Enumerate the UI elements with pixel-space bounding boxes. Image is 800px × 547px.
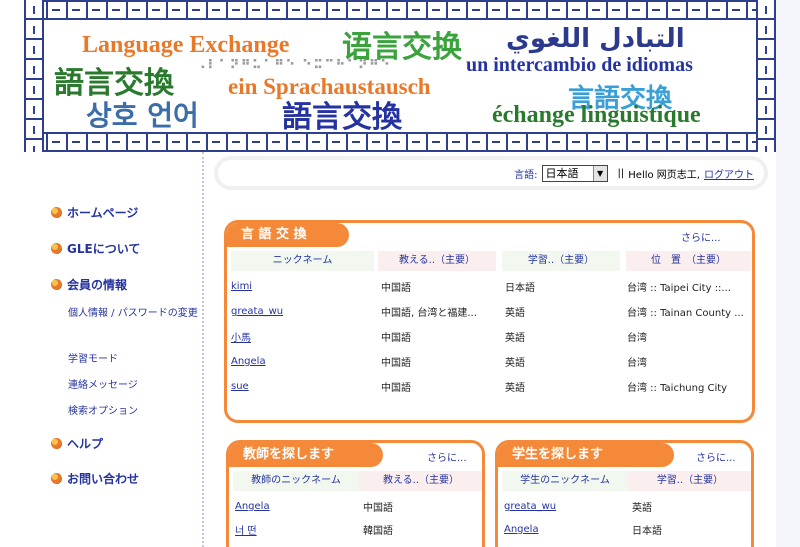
exchange-panel-title: 言 語 交 換 <box>227 223 349 247</box>
greek-key-border-top <box>24 0 776 20</box>
sidebar-item-label: 会員の情報 <box>67 278 128 292</box>
teachers-more-link[interactable]: さらに... <box>427 449 467 464</box>
table-row: 너 떤 韓国語 <box>235 517 473 542</box>
find-students-title: 学生を探します <box>498 443 674 467</box>
nickname-link[interactable]: sue <box>231 381 249 392</box>
learn-cell: 英語 <box>505 333 525 344</box>
find-teachers-title: 教師を探します <box>229 443 383 467</box>
sidebar-nav: ホームページ GLEについて 会員の情報 個人情報 / パスワードの変更 学習モ… <box>24 152 204 547</box>
flower-bullet-icon <box>50 472 63 485</box>
sidebar-item-search-options[interactable]: 検索オプション <box>68 402 200 422</box>
flower-bullet-icon <box>50 278 63 291</box>
right-margin <box>776 0 800 547</box>
teach-cell: 中国語 <box>363 503 393 514</box>
teachers-table-header: 教師のニックネーム 教える..（主要） <box>233 471 482 491</box>
sidebar-item-contact[interactable]: お問い合わせ <box>50 470 139 487</box>
greek-key-border-right <box>756 0 776 152</box>
col-header-learn: 学習..（主要） <box>502 251 620 271</box>
sidebar-item-about[interactable]: GLEについて <box>50 240 140 257</box>
nickname-link[interactable]: Angela <box>235 501 270 512</box>
banner-text-korean: 상호 언어 <box>86 99 199 132</box>
table-row: 小馬 中国語 英語 台湾 <box>231 324 747 349</box>
sidebar-item-label: ホームページ <box>67 206 139 220</box>
location-cell: 台湾 <box>627 333 647 344</box>
chevron-down-icon[interactable]: ▼ <box>592 165 607 181</box>
nickname-link[interactable]: 너 떤 <box>235 526 257 537</box>
col-header-location: 位 置 （主要） <box>626 251 751 271</box>
sidebar-item-member-info[interactable]: 会員の情報 <box>50 276 127 293</box>
learn-cell: 日本語 <box>505 283 535 294</box>
col-header-teach: 教える..（主要） <box>359 471 482 491</box>
flower-bullet-icon <box>50 437 63 450</box>
col-header-learn: 学習..（主要） <box>628 471 751 491</box>
location-cell: 台湾 :: Taichung City <box>627 383 728 394</box>
banner-text-braille: ⠠⠇⠁⠝⠛⠥⠁⠛⠑ ⠑⠭⠉⠓⠁⠝⠛⠑ <box>196 58 392 73</box>
banner-text-spanish: un intercambio de idiomas <box>466 54 693 76</box>
greek-key-border-left <box>24 0 44 152</box>
sidebar-item-home[interactable]: ホームページ <box>50 204 138 221</box>
nickname-link[interactable]: greata_wu <box>504 501 556 512</box>
banner-text-english: Language Exchange <box>82 32 290 58</box>
table-row: Angela 日本語 <box>504 517 742 542</box>
language-label: 言語: <box>514 169 538 181</box>
teach-cell: 韓国語 <box>363 526 393 537</box>
exchange-panel: 言 語 交 換 さらに... ニックネーム 教える..（主要） 学習..（主要）… <box>224 220 755 423</box>
col-header-teacher-nickname: 教師のニックネーム <box>233 471 359 491</box>
teach-cell: 中国語 <box>381 383 411 394</box>
location-cell: 台湾 <box>627 358 647 369</box>
learn-cell: 英語 <box>505 358 525 369</box>
nickname-link[interactable]: Angela <box>231 356 266 367</box>
students-more-link[interactable]: さらに... <box>696 449 736 464</box>
flower-bullet-icon <box>50 242 63 255</box>
learn-cell: 英語 <box>632 503 652 514</box>
table-row: sue 中国語 英語 台湾 :: Taichung City <box>231 374 747 399</box>
table-row: kimi 中国語 日本語 台湾 :: Taipei City ::... <box>231 274 747 299</box>
table-row: greata_wu 英語 <box>504 494 742 519</box>
header-banner: Language Exchange 语言交换 التبادل اللغوي 語言… <box>24 0 776 152</box>
user-toolbar-inner: 言語: 日本語 ▼ || Hello 网页志工, ログアウト <box>218 160 764 186</box>
sidebar-item-help[interactable]: ヘルプ <box>50 435 103 452</box>
find-teachers-panel: 教師を探します さらに... 教師のニックネーム 教える..（主要） Angel… <box>226 440 485 547</box>
sidebar-item-label: GLEについて <box>67 242 141 256</box>
banner-text-french: échange linguistique <box>492 102 701 128</box>
banner-text-arabic: التبادل اللغوي <box>506 24 685 54</box>
toolbar-separator: || <box>617 167 625 179</box>
table-row: Angela 中国語 <box>235 494 473 519</box>
nickname-link[interactable]: Angela <box>504 524 539 535</box>
exchange-more-link[interactable]: さらに... <box>681 229 721 244</box>
learn-cell: 日本語 <box>632 526 662 537</box>
sidebar-item-messages[interactable]: 連絡メッセージ <box>68 376 200 396</box>
language-select-value: 日本語 <box>545 167 579 180</box>
col-header-teach: 教える..（主要） <box>378 251 496 271</box>
sidebar-item-profile-password[interactable]: 個人情報 / パスワードの変更 <box>68 304 200 324</box>
col-header-student-nickname: 学生のニックネーム <box>502 471 628 491</box>
banner-text-seal-script: 語言交換 <box>282 100 402 135</box>
teach-cell: 中国語 <box>381 333 411 344</box>
teach-cell: 中国語 <box>381 358 411 369</box>
language-select[interactable]: 日本語 ▼ <box>541 164 608 182</box>
table-row: Angela 中国語 英語 台湾 <box>231 349 747 374</box>
user-toolbar: 言語: 日本語 ▼ || Hello 网页志工, ログアウト <box>214 156 768 190</box>
learn-cell: 英語 <box>505 383 525 394</box>
nickname-link[interactable]: 小馬 <box>231 333 251 344</box>
nickname-link[interactable]: kimi <box>231 281 252 292</box>
sidebar-item-learning-mode[interactable]: 学習モード <box>68 350 200 370</box>
sidebar-item-label: ヘルプ <box>67 437 104 451</box>
greeting-text: Hello 网页志工, <box>628 169 700 181</box>
learn-cell: 英語 <box>505 308 525 319</box>
sidebar-item-label: お問い合わせ <box>67 472 140 486</box>
teach-cell: 中国語, 台湾と福建... <box>381 308 477 319</box>
table-row: greata_wu 中国語, 台湾と福建... 英語 台湾 :: Tainan … <box>231 299 747 324</box>
flower-bullet-icon <box>50 206 63 219</box>
find-students-panel: 学生を探します さらに... 学生のニックネーム 学習..（主要） greata… <box>495 440 754 547</box>
teach-cell: 中国語 <box>381 283 411 294</box>
nickname-link[interactable]: greata_wu <box>231 306 283 317</box>
col-header-nickname: ニックネーム <box>231 251 374 271</box>
location-cell: 台湾 :: Tainan County ... <box>627 308 744 319</box>
exchange-table-header: ニックネーム 教える..（主要） 学習..（主要） 位 置 （主要） <box>231 251 751 271</box>
logout-link[interactable]: ログアウト <box>704 166 754 181</box>
location-cell: 台湾 :: Taipei City ::... <box>627 283 731 294</box>
students-table-header: 学生のニックネーム 学習..（主要） <box>502 471 751 491</box>
